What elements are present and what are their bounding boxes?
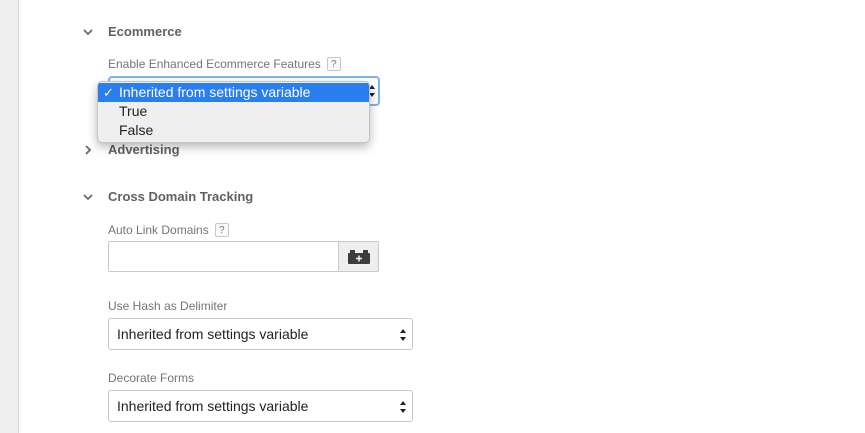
chevron-right-icon[interactable] <box>80 142 96 158</box>
chevron-down-icon[interactable] <box>80 189 96 205</box>
auto-link-domains-label-text: Auto Link Domains <box>108 223 209 237</box>
enhanced-ecommerce-label: Enable Enhanced Ecommerce Features ? <box>108 57 341 71</box>
dropdown-option-label: False <box>119 122 154 138</box>
select-arrows-icon <box>400 401 406 413</box>
left-rail <box>0 0 19 433</box>
section-advertising-header[interactable]: Advertising <box>80 140 180 160</box>
dropdown-option-label: True <box>119 103 148 119</box>
dropdown-option-false[interactable]: False <box>98 121 369 140</box>
checkmark-icon: ✓ <box>103 85 114 100</box>
dropdown-option-inherited[interactable]: ✓ Inherited from settings variable <box>98 83 369 102</box>
use-hash-select[interactable]: Inherited from settings variable <box>108 318 413 350</box>
use-hash-label: Use Hash as Delimiter <box>108 299 228 313</box>
section-title-ecommerce: Ecommerce <box>108 24 182 39</box>
dropdown-option-label: Inherited from settings variable <box>119 84 311 100</box>
variable-picker-button[interactable] <box>338 241 379 272</box>
decorate-forms-select-value: Inherited from settings variable <box>117 398 309 414</box>
enhanced-ecommerce-dropdown: ✓ Inherited from settings variable True … <box>97 81 370 143</box>
enhanced-ecommerce-label-text: Enable Enhanced Ecommerce Features <box>108 57 321 71</box>
section-title-advertising: Advertising <box>108 142 180 157</box>
chevron-down-icon[interactable] <box>80 24 96 40</box>
decorate-forms-select[interactable]: Inherited from settings variable <box>108 390 413 422</box>
select-arrows-icon <box>400 329 406 341</box>
help-icon[interactable]: ? <box>214 223 229 237</box>
auto-link-domains-input[interactable] <box>108 241 339 272</box>
dropdown-option-true[interactable]: True <box>98 102 369 121</box>
use-hash-select-value: Inherited from settings variable <box>117 326 309 342</box>
help-icon[interactable]: ? <box>326 57 341 71</box>
auto-link-domains-label: Auto Link Domains ? <box>108 223 229 237</box>
decorate-forms-label: Decorate Forms <box>108 371 195 385</box>
section-cross-domain-header[interactable]: Cross Domain Tracking <box>80 187 253 207</box>
section-title-cross-domain: Cross Domain Tracking <box>108 189 254 204</box>
section-ecommerce-header[interactable]: Ecommerce <box>80 22 182 42</box>
variable-brick-icon <box>347 249 370 264</box>
